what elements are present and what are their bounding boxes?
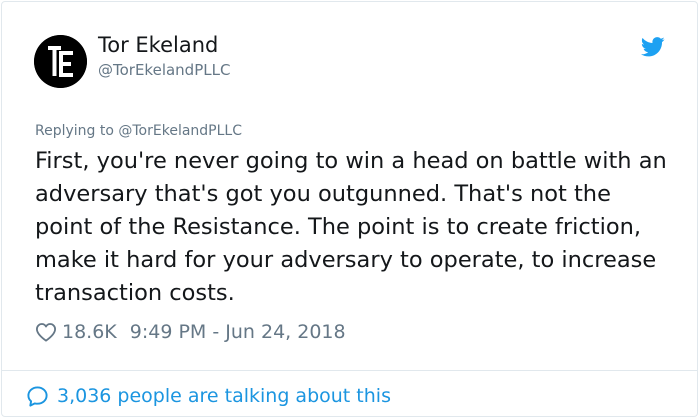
divider — [2, 370, 697, 371]
tweet-text: First, you're never going to win a head … — [35, 148, 667, 306]
replying-to-label[interactable]: Replying to @TorEkelandPLLC — [35, 123, 242, 139]
display-name[interactable]: Tor Ekeland — [98, 33, 218, 57]
conversation-text[interactable]: 3,036 people are talking about this — [57, 385, 391, 407]
heart-icon[interactable] — [35, 322, 57, 342]
user-handle[interactable]: @TorEkelandPLLC — [98, 61, 230, 79]
like-count[interactable]: 18.6K — [62, 321, 117, 343]
tweet-meta: 18.6K 9:49 PM - Jun 24, 2018 — [35, 320, 346, 344]
twitter-bird-icon[interactable] — [641, 37, 665, 57]
tweet-card: Tor Ekeland @TorEkelandPLLC Replying to … — [1, 1, 698, 417]
speech-bubble-icon — [27, 385, 48, 407]
timestamp[interactable]: 9:49 PM - Jun 24, 2018 — [130, 321, 346, 343]
avatar[interactable] — [34, 35, 87, 88]
te-logo-icon — [34, 35, 87, 88]
conversation-link[interactable]: 3,036 people are talking about this — [26, 383, 391, 409]
